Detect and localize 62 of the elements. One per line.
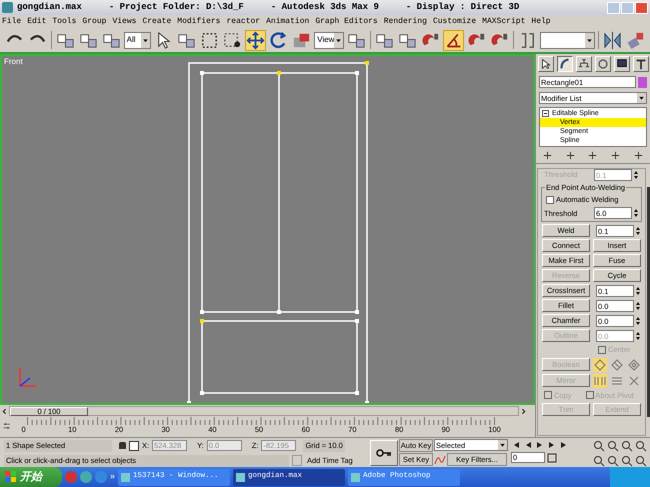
menu-item[interactable]: Tools <box>52 16 76 28</box>
key-button[interactable] <box>370 440 398 466</box>
menu-item[interactable]: Customize <box>432 16 476 28</box>
menu-item[interactable]: File <box>2 16 22 28</box>
spinner-arrows-icon[interactable] <box>635 284 641 297</box>
spinner-arrows-icon[interactable] <box>633 207 639 220</box>
spinner-arrows-icon[interactable] <box>635 330 641 342</box>
window-title: gongdian.max - Project Folder: D:\3d_F - Autodesk 3ds Max 9 - Display : Direct 3D <box>17 0 520 14</box>
checkbox[interactable] <box>546 196 554 204</box>
hammer-icon[interactable] <box>632 56 648 72</box>
viewport-label[interactable]: Front <box>4 56 23 68</box>
menu-item[interactable]: reactor <box>226 16 260 28</box>
menu-item[interactable]: Modifiers <box>177 16 220 28</box>
spinner-arrows-icon[interactable] <box>635 314 641 327</box>
menu-item[interactable]: Views <box>112 16 136 28</box>
track-bar-icon[interactable] <box>3 420 10 432</box>
window-icon <box>351 472 360 482</box>
caret-icon <box>498 440 507 450</box>
menu-item[interactable]: Create <box>142 16 172 28</box>
scroll-right-icon[interactable] <box>519 406 528 416</box>
color-swatch[interactable] <box>638 76 647 88</box>
more-icon[interactable]: » <box>110 470 116 484</box>
zoom-icon[interactable] <box>593 440 605 452</box>
angle-icon[interactable] <box>443 30 464 50</box>
menu-item[interactable]: Help <box>531 16 551 28</box>
menu-item[interactable]: Edit <box>27 16 46 28</box>
dropdown[interactable] <box>540 32 596 48</box>
menu-item[interactable]: Graph Editors <box>315 16 378 28</box>
menu-item[interactable]: Animation <box>266 16 310 28</box>
key-icon <box>376 449 392 457</box>
menu-item[interactable]: Group <box>82 16 106 28</box>
menu-item[interactable]: Rendering <box>384 16 427 28</box>
windows-logo-icon <box>5 471 17 483</box>
scrollbar[interactable] <box>647 187 650 417</box>
bend-icon[interactable] <box>556 56 572 72</box>
hierarchy-icon[interactable] <box>576 56 592 72</box>
mirror-icon[interactable] <box>602 30 623 50</box>
window-icon <box>121 472 130 482</box>
move-icon[interactable] <box>245 30 266 50</box>
lock-icon[interactable] <box>119 442 126 449</box>
caret-icon <box>585 32 594 48</box>
menu-item[interactable]: MAXScript <box>482 16 526 28</box>
dropdown[interactable]: All <box>124 32 152 48</box>
track-bar-ruler[interactable] <box>27 417 498 425</box>
scroll-left-icon[interactable] <box>0 406 9 416</box>
caret-icon <box>637 93 646 103</box>
zoom-extents-all-icon[interactable] <box>635 440 647 452</box>
close-button[interactable] <box>635 2 648 14</box>
spinner-arrows-icon[interactable] <box>635 300 641 312</box>
system-tray <box>610 467 650 487</box>
zoom-all-icon[interactable] <box>607 440 619 452</box>
monitor-icon[interactable] <box>614 56 630 72</box>
zoom-extents-icon[interactable] <box>621 440 633 452</box>
window-icon <box>236 472 246 482</box>
curve-icon[interactable] <box>434 454 446 466</box>
caret-icon <box>334 32 344 48</box>
dropdown[interactable]: View <box>314 32 344 48</box>
viewport[interactable]: Front <box>0 54 535 405</box>
caret-icon <box>141 32 150 48</box>
spinner-arrows-icon[interactable] <box>635 224 641 237</box>
collapse-icon[interactable] <box>542 110 549 117</box>
axis-icon <box>19 367 37 387</box>
